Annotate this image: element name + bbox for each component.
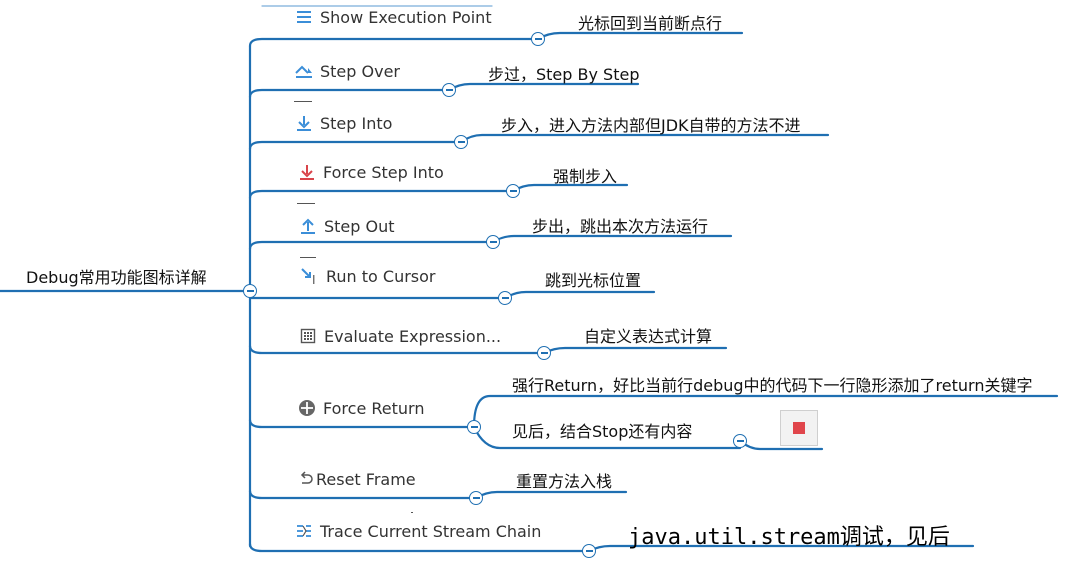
collapse-button[interactable] — [442, 83, 456, 97]
trace-stream-icon — [294, 521, 314, 541]
svg-text:I: I — [312, 273, 316, 286]
item-description: 步入，进入方法内部但JDK自带的方法不进 — [501, 116, 801, 135]
collapse-button[interactable] — [733, 434, 747, 448]
item-description: 步过，Step By Step — [488, 65, 640, 84]
collapse-button[interactable] — [506, 184, 520, 198]
step-into-icon — [294, 113, 314, 133]
force-step-into-icon — [297, 162, 317, 182]
force-return-icon — [297, 398, 317, 418]
item-label: Step Into — [320, 113, 393, 133]
run-to-cursor-icon: I — [300, 266, 320, 286]
item-label: Evaluate Expression... — [324, 326, 502, 346]
divider — [300, 257, 316, 258]
item-label: Show Execution Point — [320, 7, 492, 27]
item-reset-frame: Reset Frame — [298, 469, 416, 489]
collapse-button[interactable] — [469, 491, 483, 505]
stop-button[interactable] — [780, 410, 818, 446]
show-execution-point-icon — [294, 7, 314, 27]
item-step-into: Step Into — [294, 113, 392, 133]
item-description: 光标回到当前断点行 — [578, 14, 723, 33]
divider — [294, 101, 312, 102]
item-label: Force Step Into — [323, 162, 444, 182]
step-over-icon — [294, 61, 314, 81]
collapse-button[interactable] — [498, 291, 512, 305]
item-description: 强行Return，好比当前行debug中的代码下一行隐形添加了return关键字 — [512, 376, 1033, 395]
reset-frame-icon — [298, 469, 314, 489]
item-description-secondary: 见后，结合Stop还有内容 — [512, 422, 693, 441]
divider — [411, 512, 413, 513]
item-description: 强制步入 — [553, 167, 618, 186]
stop-icon — [793, 422, 805, 434]
item-trace-stream-chain: Trace Current Stream Chain — [294, 521, 541, 541]
item-description: java.util.stream调试，见后 — [628, 525, 950, 550]
item-force-step-into: Force Step Into — [297, 162, 444, 182]
calculator-icon — [298, 326, 318, 346]
root-collapse-button[interactable] — [243, 284, 257, 298]
item-label: Trace Current Stream Chain — [320, 521, 542, 541]
collapse-button[interactable] — [582, 544, 596, 558]
item-label: Force Return — [323, 398, 425, 418]
item-evaluate-expression: Evaluate Expression... — [298, 326, 501, 346]
step-out-icon — [298, 216, 318, 236]
collapse-button[interactable] — [454, 135, 468, 149]
collapse-button[interactable] — [537, 346, 551, 360]
item-description: 步出，跳出本次方法运行 — [532, 217, 709, 236]
collapse-button[interactable] — [531, 32, 545, 46]
item-label: Run to Cursor — [326, 266, 436, 286]
item-step-out: Step Out — [298, 216, 395, 236]
root-node-label: Debug常用功能图标详解 — [26, 268, 207, 287]
item-label: Step Out — [324, 216, 395, 236]
item-description: 自定义表达式计算 — [584, 327, 713, 346]
collapse-button[interactable] — [467, 420, 481, 434]
item-label: Reset Frame — [316, 469, 416, 489]
item-description: 跳到光标位置 — [545, 271, 642, 290]
collapse-button[interactable] — [486, 235, 500, 249]
item-run-to-cursor: I Run to Cursor — [300, 266, 436, 286]
item-label: Step Over — [320, 61, 400, 81]
item-step-over: Step Over — [294, 61, 400, 81]
divider — [297, 203, 315, 204]
item-description: 重置方法入栈 — [516, 472, 613, 491]
item-force-return: Force Return — [297, 398, 424, 418]
item-show-execution-point: Show Execution Point — [294, 7, 492, 27]
